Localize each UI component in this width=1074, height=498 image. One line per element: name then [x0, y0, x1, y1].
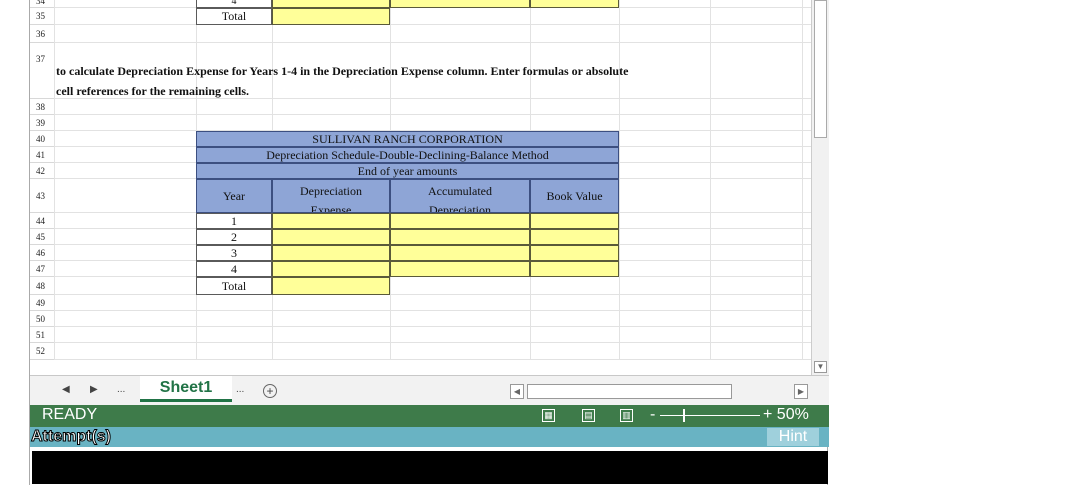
row-line	[54, 25, 811, 43]
dep-expense-label-2: Expense	[310, 203, 352, 213]
col-header-year[interactable]: Year	[196, 179, 272, 213]
row-header[interactable]: 34	[30, 0, 54, 8]
attempt-bar: Attempt(s) Hint	[30, 427, 829, 447]
scroll-left-icon[interactable]: ◀	[510, 384, 524, 399]
row-header[interactable]: 45	[30, 229, 54, 245]
status-bar: READY ▦ ▤ ▥ - + 50%	[30, 405, 829, 427]
total-input-cell[interactable]	[272, 8, 390, 25]
dep-expense-input[interactable]	[272, 245, 390, 261]
year-cell[interactable]: 1	[196, 213, 272, 229]
gridline	[710, 0, 711, 360]
spreadsheet-app: 34 35 36 37 38 39 40 41 42 43 44 45 46 47 48 49 50 51 52 4…	[29, 0, 829, 485]
scroll-thumb[interactable]	[814, 0, 827, 138]
schedule-title[interactable]: SULLIVAN RANCH CORPORATION	[196, 131, 619, 147]
gridline	[54, 0, 55, 360]
add-sheet-icon[interactable]: +	[263, 384, 277, 398]
accum-dep-input[interactable]	[390, 245, 530, 261]
year-cell[interactable]: 4	[196, 261, 272, 277]
gridline	[619, 0, 620, 360]
col-header-book-value[interactable]: Book Value	[530, 179, 619, 213]
row-line	[54, 99, 811, 115]
row-header[interactable]: 43	[30, 179, 54, 213]
year-cell-prev[interactable]: 4	[196, 0, 272, 8]
more-sheets-right[interactable]: ...	[236, 384, 244, 395]
instruction-line-2: cell references for the remaining cells.	[56, 84, 250, 98]
dep-expense-input[interactable]	[272, 261, 390, 277]
dep-expense-label-1: Depreciation	[300, 184, 362, 198]
dep-expense-input[interactable]	[272, 213, 390, 229]
row-line	[54, 311, 811, 327]
accum-dep-input[interactable]	[390, 229, 530, 245]
sheet-tab-sheet1[interactable]: Sheet1	[140, 376, 232, 402]
worksheet-grid[interactable]: 34 35 36 37 38 39 40 41 42 43 44 45 46 47 48 49 50 51 52 4…	[30, 0, 811, 360]
row-header[interactable]: 49	[30, 295, 54, 311]
accum-dep-input[interactable]	[390, 213, 530, 229]
hint-button[interactable]: Hint	[767, 428, 819, 446]
row-line	[54, 277, 811, 295]
year-cell[interactable]: 3	[196, 245, 272, 261]
ready-status: READY	[42, 406, 98, 423]
book-value-input[interactable]	[530, 261, 619, 277]
sheet-tab-bar: ◀ ▶ ... Sheet1 ... + ◀ ▶	[30, 375, 829, 405]
normal-view-icon[interactable]: ▦	[542, 409, 555, 422]
zoom-slider-knob[interactable]	[683, 409, 685, 422]
schedule-caption[interactable]: End of year amounts	[196, 163, 619, 179]
scroll-down-icon[interactable]: ▼	[814, 361, 827, 373]
schedule-total-input[interactable]	[272, 277, 390, 295]
horizontal-scrollbar[interactable]: ◀ ▶	[510, 384, 810, 400]
accum-dep-label-2: Depreciation	[429, 203, 491, 213]
year-cell[interactable]: 2	[196, 229, 272, 245]
row-header[interactable]: 40	[30, 131, 54, 147]
book-value-input[interactable]	[530, 213, 619, 229]
page-break-icon[interactable]: ▥	[620, 409, 633, 422]
row-header[interactable]: 48	[30, 277, 54, 295]
row-header[interactable]: 41	[30, 147, 54, 163]
book-value-input[interactable]	[530, 245, 619, 261]
dep-expense-input[interactable]	[272, 229, 390, 245]
row-header[interactable]: 35	[30, 8, 54, 25]
row-line	[54, 115, 811, 131]
more-sheets-left[interactable]: ...	[117, 384, 125, 395]
input-cell[interactable]	[272, 0, 390, 8]
vertical-scrollbar[interactable]: ▼	[811, 0, 829, 375]
row-header[interactable]: 39	[30, 115, 54, 131]
row-header[interactable]: 37	[30, 43, 54, 99]
gridline	[802, 0, 803, 360]
prev-sheet-icon[interactable]: ◀	[62, 384, 70, 395]
zoom-slider[interactable]	[660, 415, 760, 416]
row-line	[54, 8, 811, 25]
row-header[interactable]: 38	[30, 99, 54, 115]
row-line	[54, 295, 811, 311]
schedule-subtitle[interactable]: Depreciation Schedule-Double-Declining-B…	[196, 147, 619, 163]
row-line	[54, 327, 811, 343]
row-header[interactable]: 50	[30, 311, 54, 327]
accum-dep-label-1: Accumulated	[428, 184, 492, 198]
row-header[interactable]: 47	[30, 261, 54, 277]
accum-dep-input[interactable]	[390, 261, 530, 277]
attempt-label: Attempt(s)	[31, 428, 112, 446]
row-header[interactable]: 36	[30, 25, 54, 43]
row-header[interactable]: 44	[30, 213, 54, 229]
scroll-right-icon[interactable]: ▶	[794, 384, 808, 399]
input-cell[interactable]	[390, 0, 530, 8]
col-header-accum-dep[interactable]: Accumulated Depreciation	[390, 179, 530, 213]
total-label-cell[interactable]: Total	[196, 8, 272, 25]
instruction-line-1: to calculate Depreciation Expense for Ye…	[56, 64, 629, 78]
zoom-level[interactable]: + 50%	[763, 406, 809, 424]
zoom-out-button[interactable]: -	[650, 406, 655, 424]
page-layout-icon[interactable]: ▤	[582, 409, 595, 422]
col-header-dep-expense[interactable]: Depreciation Expense	[272, 179, 390, 213]
horizontal-scroll-thumb[interactable]	[527, 384, 732, 399]
row-header[interactable]: 52	[30, 343, 54, 360]
row-header[interactable]: 42	[30, 163, 54, 179]
row-header[interactable]: 51	[30, 327, 54, 343]
row-header[interactable]: 46	[30, 245, 54, 261]
row-line	[54, 343, 811, 360]
input-cell[interactable]	[530, 0, 619, 8]
answer-panel	[32, 451, 828, 484]
next-sheet-icon[interactable]: ▶	[90, 384, 98, 395]
book-value-input[interactable]	[530, 229, 619, 245]
schedule-total-label[interactable]: Total	[196, 277, 272, 295]
